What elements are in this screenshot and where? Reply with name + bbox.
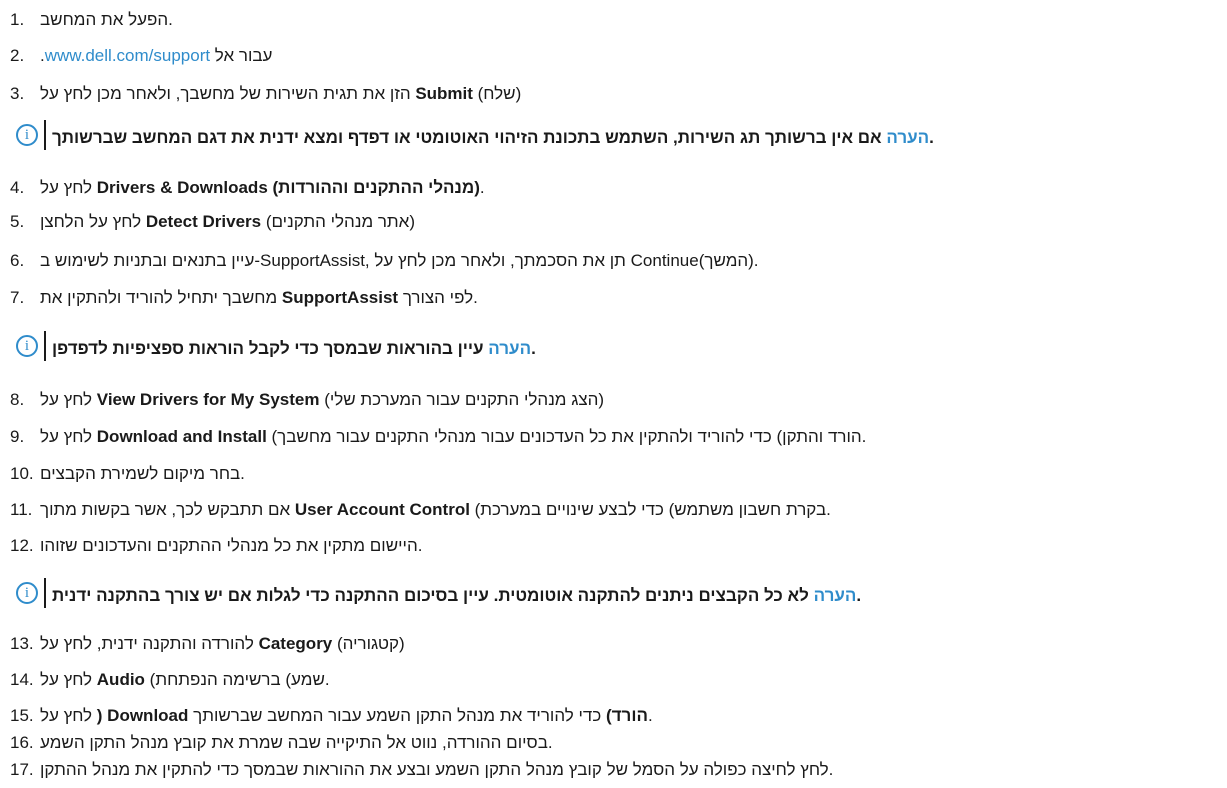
step-number: 12. <box>10 536 34 555</box>
step-number: 16. <box>10 733 34 752</box>
step-text: .בחר מיקום לשמירת הקבצים <box>40 464 245 483</box>
info-circle-icon: i <box>16 335 38 357</box>
step-number: 1. <box>10 10 25 29</box>
step-number: 17. <box>10 760 34 779</box>
step-text: (אתר מנהלי התקנים) Detect Drivers לחץ על… <box>40 212 416 231</box>
step-number: 5. <box>10 212 25 231</box>
step-number: 7. <box>10 288 25 307</box>
note-text: .הערה לא כל הקבצים ניתנים להתקנה אוטומטי… <box>52 586 862 605</box>
step-text: .הורד) כדי להוריד את מנהל התקן השמע עבור… <box>40 706 653 725</box>
step-text: .בקרת חשבון משתמש) כדי לבצע שינויים במער… <box>40 500 831 519</box>
step-text: .שמע) ברשימה הנפתחת) Audio לחץ על <box>40 670 330 689</box>
note-label: הערה <box>813 586 857 605</box>
step-number: 3. <box>10 84 25 103</box>
step-number: 14. <box>10 670 34 689</box>
note-label: הערה <box>488 339 532 358</box>
step-text: (קטגוריה) Category להורדה והתקנה ידנית, … <box>40 634 405 653</box>
note-divider <box>44 331 46 361</box>
step-number: 10. <box>10 464 34 483</box>
info-circle-icon: i <box>16 582 38 604</box>
note-text: .הערה עיין בהוראות שבמסך כדי לקבל הוראות… <box>52 339 536 358</box>
step-number: 15. <box>10 706 34 725</box>
step-text: .הפעל את המחשב <box>40 10 173 29</box>
step-text: .(מנהלי ההתקנים וההורדות) Drivers & Down… <box>40 178 485 197</box>
step-text: .(המשך)Continue תן את הסכמתך, ולאחר מכן … <box>40 251 759 270</box>
instructions-document: 1. .הפעל את המחשב 2. עבור אל www.dell.co… <box>0 0 1227 788</box>
note-divider <box>44 120 46 150</box>
step-text: .הורד והתקן) כדי להוריד ולהתקין את כל הע… <box>40 427 867 446</box>
note-label: הערה <box>886 128 930 147</box>
note-divider <box>44 578 46 608</box>
step-number: 11. <box>10 500 33 519</box>
step-text: (שלח) Submit הזן את תגית השירות של מחשבך… <box>40 84 522 103</box>
step-text: .לפי הצורך SupportAssist מחשבך יתחיל להו… <box>40 288 478 307</box>
step-number: 4. <box>10 178 25 197</box>
step-text: עבור אל www.dell.com/support. <box>40 46 273 65</box>
step-text: .בסיום ההורדה, נווט אל התיקייה שבה שמרת … <box>40 733 553 752</box>
step-number: 8. <box>10 390 25 409</box>
step-text: .לחץ לחיצה כפולה על הסמל של קובץ מנהל הת… <box>40 760 834 779</box>
step-number: 2. <box>10 46 25 65</box>
step-text: .היישום מתקין את כל מנהלי ההתקנים והעדכו… <box>40 536 423 555</box>
dell-support-link[interactable]: www.dell.com/support <box>45 46 210 65</box>
note-text: .הערה אם אין ברשותך תג השירות, השתמש בתכ… <box>52 128 934 147</box>
step-number: 6. <box>10 251 25 270</box>
info-circle-icon: i <box>16 124 38 146</box>
step-number: 9. <box>10 427 25 446</box>
step-text: (הצג מנהלי התקנים עבור המערכת שלי) View … <box>40 390 605 409</box>
step-number: 13. <box>10 634 34 653</box>
